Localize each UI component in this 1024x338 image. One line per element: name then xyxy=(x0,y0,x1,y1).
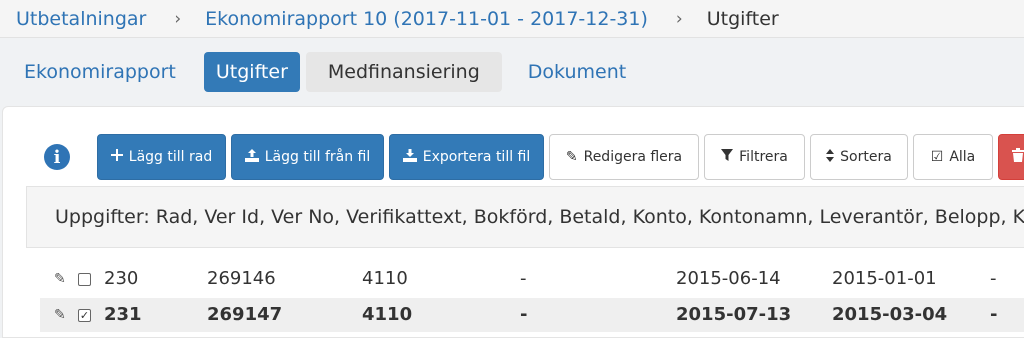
cell-betald: 2015-01-01 xyxy=(832,268,937,289)
export-to-file-label: Exportera till fil xyxy=(422,149,531,165)
cell-konto: - xyxy=(990,268,997,289)
breadcrumb-ekonomirapport[interactable]: Ekonomirapport 10 (2017-11-01 - 2017-12-… xyxy=(205,8,648,30)
cell-ver-id: 269146 xyxy=(207,268,276,289)
filter-button[interactable]: Filtrera xyxy=(704,134,805,180)
tab-utgifter[interactable]: Utgifter xyxy=(203,52,300,92)
cell-bokford: 2015-06-14 xyxy=(676,268,781,289)
trash-icon xyxy=(1012,148,1024,166)
sort-icon xyxy=(826,148,835,166)
tab-dokument[interactable]: Dokument xyxy=(506,52,648,92)
tab-ekonomirapport[interactable]: Ekonomirapport xyxy=(12,52,188,92)
add-row-label: Lägg till rad xyxy=(128,149,213,165)
chevron-right-icon: › xyxy=(675,8,683,29)
breadcrumb-utbetalningar[interactable]: Utbetalningar xyxy=(16,8,146,30)
edit-icon: ✎ xyxy=(565,149,578,165)
row-checkbox-checked[interactable]: ✓ xyxy=(78,309,91,322)
edit-icon[interactable]: ✎ xyxy=(54,271,66,287)
add-row-button[interactable]: Lägg till rad xyxy=(97,134,226,180)
breadcrumb: Utbetalningar › Ekonomirapport 10 (2017-… xyxy=(0,0,1024,38)
sort-label: Sortera xyxy=(840,149,892,165)
chevron-right-icon: › xyxy=(174,8,182,29)
tab-bar: Ekonomirapport Utgifter Medfinansiering … xyxy=(0,52,648,92)
fields-description: Uppgifter: Rad, Ver Id, Ver No, Verifika… xyxy=(26,186,1024,248)
breadcrumb-current: Utgifter xyxy=(706,7,779,30)
info-icon[interactable]: i xyxy=(44,144,70,170)
select-all-button[interactable]: ☑ Alla xyxy=(913,134,993,180)
filter-icon xyxy=(721,149,734,165)
toolbar: i Lägg till rad Lägg till från fil Expor… xyxy=(44,134,1024,180)
table-row[interactable]: ✎ ✓ 231 269147 4110 - 2015-07-13 2015-03… xyxy=(40,298,1024,332)
checkbox-checked-icon: ☑ xyxy=(930,149,944,165)
cell-verifikattext: - xyxy=(520,268,527,289)
edit-multiple-button[interactable]: ✎ Redigera flera xyxy=(549,134,699,180)
delete-button[interactable] xyxy=(998,134,1024,180)
cell-ver-no: 4110 xyxy=(362,268,408,289)
row-checkbox[interactable] xyxy=(78,273,91,286)
table-row[interactable]: ✎ 230 269146 4110 - 2015-06-14 2015-01-0… xyxy=(40,262,1024,296)
sort-button[interactable]: Sortera xyxy=(810,134,908,180)
upload-icon xyxy=(244,148,259,166)
edit-icon[interactable]: ✎ xyxy=(54,307,66,323)
tab-medfinansiering[interactable]: Medfinansiering xyxy=(305,52,502,92)
select-all-label: Alla xyxy=(949,149,976,165)
add-from-file-button[interactable]: Lägg till från fil xyxy=(231,134,384,180)
export-to-file-button[interactable]: Exportera till fil xyxy=(389,134,544,180)
cell-rad: 230 xyxy=(104,268,139,289)
add-from-file-label: Lägg till från fil xyxy=(264,149,371,165)
download-icon xyxy=(402,148,417,166)
filter-label: Filtrera xyxy=(739,149,788,165)
edit-multiple-label: Redigera flera xyxy=(583,149,683,165)
plus-icon xyxy=(110,149,123,165)
